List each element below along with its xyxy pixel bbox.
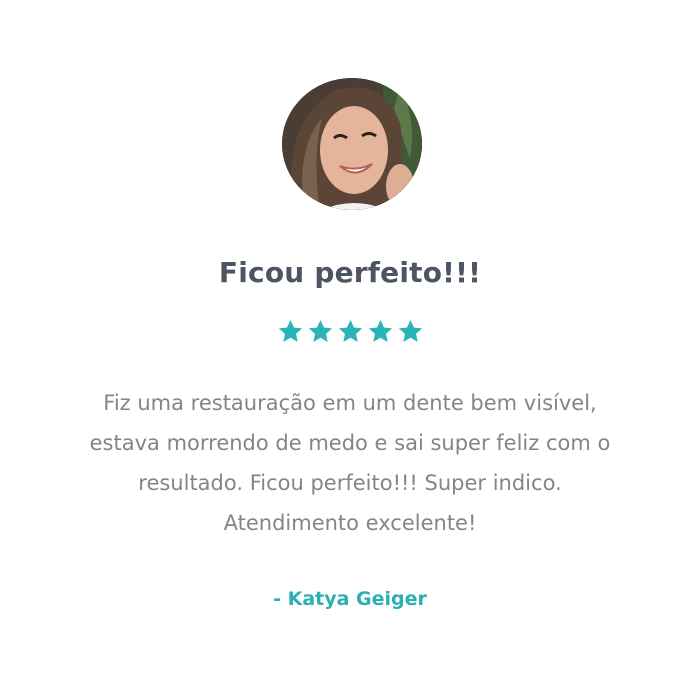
avatar-photo [282,78,422,210]
testimonial-title: Ficou perfeito!!! [218,256,482,289]
star-icon [397,318,424,345]
star-icon [337,318,364,345]
review-text: Fiz uma restauração em um dente bem visí… [89,391,611,535]
star-icon [277,318,304,345]
star-rating [0,318,700,345]
star-icon [307,318,334,345]
star-icon [367,318,394,345]
avatar [282,78,422,210]
author-name: - Katya Geiger [273,588,427,610]
testimonial-card: Ficou perfeito!!! Fiz uma restauração em… [0,0,700,700]
